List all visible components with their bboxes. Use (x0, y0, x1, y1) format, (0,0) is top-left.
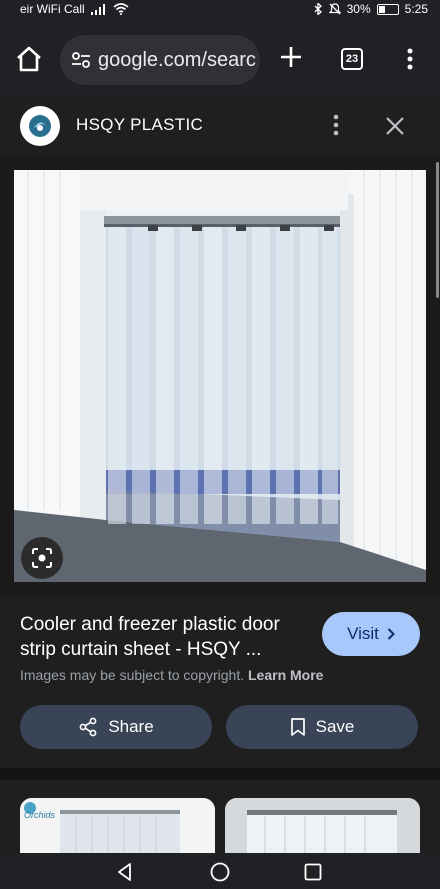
learn-more-link[interactable]: Learn More (248, 667, 323, 683)
system-nav-bar (0, 853, 440, 889)
tune-icon[interactable] (70, 49, 92, 71)
back-triangle-icon[interactable] (114, 861, 136, 883)
result-title[interactable]: Cooler and freezer plastic door strip cu… (20, 612, 310, 662)
mute-icon (328, 3, 341, 15)
recents-square-icon[interactable] (302, 861, 324, 883)
bookmark-icon (290, 718, 305, 736)
save-button[interactable]: Save (226, 705, 418, 749)
related-logo-text: Orchids (24, 810, 56, 820)
status-bar: eir WiFi Call 30% 5:25 (0, 0, 440, 18)
scrollbar[interactable] (436, 162, 439, 298)
result-info-panel: Cooler and freezer plastic door strip cu… (0, 596, 440, 776)
status-right: 30% 5:25 (314, 2, 428, 16)
site-logo (20, 106, 60, 146)
wifi-icon (113, 3, 129, 15)
battery-icon (376, 3, 399, 15)
source-header: HSQY PLASTIC (0, 94, 440, 157)
section-divider (0, 768, 440, 780)
image-viewer (0, 156, 440, 596)
visit-button[interactable]: Visit (322, 612, 420, 656)
battery-percent: 30% (346, 2, 371, 16)
lens-icon (32, 548, 52, 568)
copyright-notice: Images may be subject to copyright. Lear… (20, 667, 323, 683)
related-image-2[interactable] (225, 798, 420, 853)
tab-switcher-button[interactable]: 23 (341, 48, 363, 70)
url-text: google.com/searc (98, 48, 256, 71)
share-button[interactable]: Share (20, 705, 212, 749)
lens-button[interactable] (21, 537, 63, 579)
copyright-text: Images may be subject to copyright. (20, 667, 245, 683)
save-label: Save (315, 717, 355, 736)
related-image-1-picture (20, 798, 215, 853)
product-image[interactable] (14, 170, 426, 582)
share-label: Share (108, 717, 154, 736)
status-left: eir WiFi Call (20, 2, 129, 16)
home-circle-icon[interactable] (209, 861, 231, 883)
related-image-1[interactable]: Orchids (20, 798, 215, 853)
chevron-right-icon (387, 628, 395, 640)
carrier-text: eir WiFi Call (20, 2, 85, 16)
address-bar[interactable]: google.com/searc (60, 35, 260, 85)
clock: 5:25 (404, 2, 428, 16)
home-icon[interactable] (14, 44, 44, 74)
plus-icon[interactable] (276, 42, 306, 72)
site-name: HSQY PLASTIC (76, 115, 204, 134)
close-icon[interactable] (384, 115, 406, 137)
bluetooth-icon (314, 3, 322, 15)
visit-label: Visit (347, 624, 379, 643)
share-icon (79, 717, 97, 737)
more-vert-icon[interactable] (402, 44, 418, 74)
signal-icon (90, 3, 105, 15)
related-images: Orchids (0, 780, 440, 853)
more-options-icon[interactable] (328, 113, 344, 137)
related-image-2-picture (225, 798, 420, 853)
site-logo-icon (29, 115, 51, 137)
browser-toolbar: google.com/searc 23 (0, 18, 440, 94)
